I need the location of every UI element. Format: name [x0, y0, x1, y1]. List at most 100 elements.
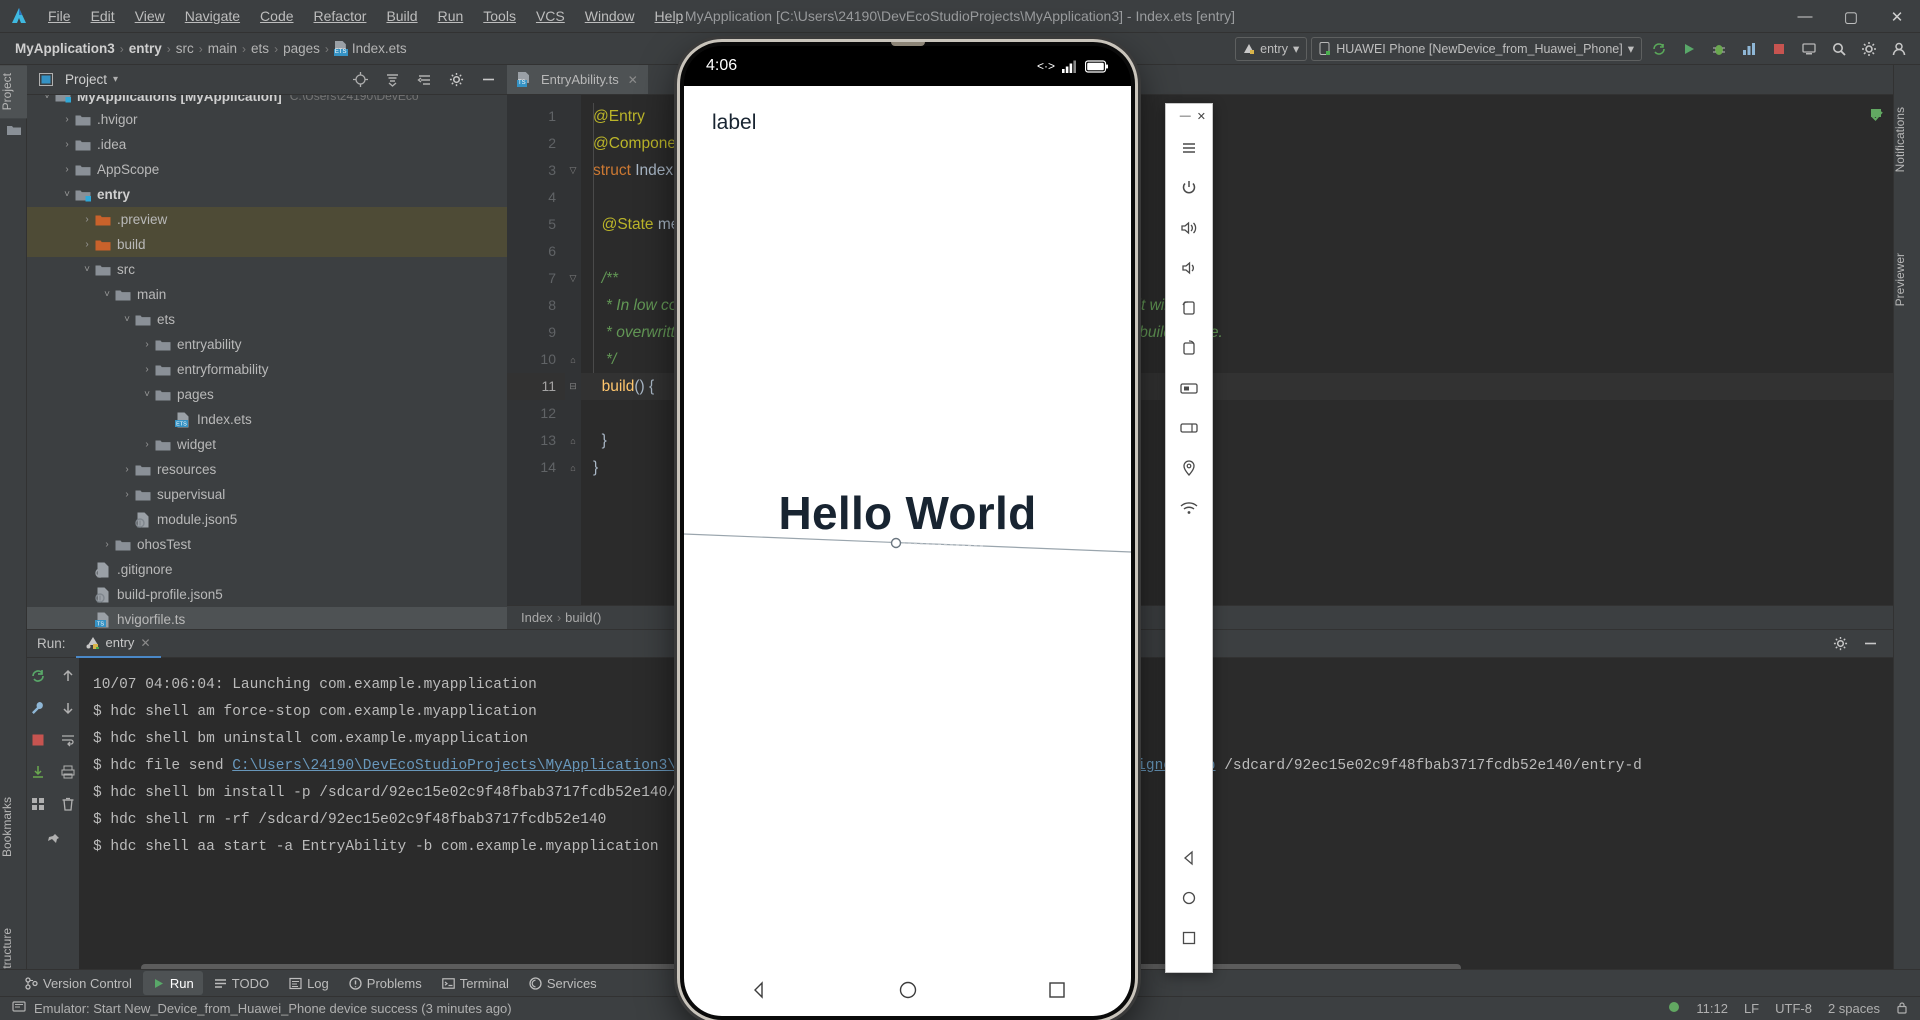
breadcrumb-src[interactable]: src	[173, 41, 197, 56]
code-fold-icon[interactable]: ⌂	[565, 454, 581, 481]
tree-item-entryformability[interactable]: › entryformability	[27, 357, 507, 382]
breadcrumb-main[interactable]: main	[205, 41, 240, 56]
tree-item-main[interactable]: ˅ main	[27, 282, 507, 307]
menu-refactor[interactable]: Refactor	[304, 0, 377, 33]
chevron-right-icon[interactable]: ›	[59, 139, 75, 150]
location-icon[interactable]	[1172, 448, 1206, 488]
breadcrumb-entry[interactable]: entry	[126, 41, 165, 56]
chevron-down-icon[interactable]: ˅	[39, 95, 55, 102]
gear-icon[interactable]	[1856, 36, 1882, 62]
chevron-right-icon[interactable]: ›	[119, 464, 135, 475]
breadcrumb-pages[interactable]: pages	[280, 41, 323, 56]
tree-item-index-ets[interactable]: ETS Index.ets	[27, 407, 507, 432]
phone-emulator-window[interactable]: 4:06 <·> label Hello World	[680, 42, 1135, 1020]
menu-file[interactable]: File	[38, 0, 81, 33]
menu-navigate[interactable]: Navigate	[175, 0, 250, 33]
tree-item-entryability[interactable]: › entryability	[27, 332, 507, 357]
rotate-left-icon[interactable]	[1172, 288, 1206, 328]
tool-window-button-terminal[interactable]: Terminal	[433, 971, 518, 995]
run-panel-minimize-icon[interactable]	[1857, 631, 1883, 657]
editor-breadcrumb-index[interactable]: Index	[521, 610, 553, 625]
screenshot-icon[interactable]	[1172, 368, 1206, 408]
emu-home-icon[interactable]	[1172, 878, 1206, 918]
volume-down-icon[interactable]	[1172, 248, 1206, 288]
locate-file-icon[interactable]	[347, 67, 373, 93]
debug-button[interactable]	[1706, 36, 1732, 62]
sidebar-item-previewer[interactable]: Previewer	[1893, 245, 1920, 314]
menu-tools[interactable]: Tools	[473, 0, 526, 33]
project-tree[interactable]: ˅ MyApplications [MyApplication] C:\Users\…	[27, 95, 507, 629]
menu-code[interactable]: Code	[250, 0, 303, 33]
chevron-down-icon[interactable]: ˅	[79, 264, 95, 275]
tree-item-build[interactable]: › build	[27, 232, 507, 257]
code-fold-icon[interactable]: ⌂	[565, 427, 581, 454]
device-selector[interactable]: HUAWEI Phone [NewDevice_from_Huawei_Phon…	[1311, 36, 1642, 61]
close-icon[interactable]: ✕	[140, 636, 150, 650]
menu-window[interactable]: Window	[575, 0, 645, 33]
delete-button[interactable]	[56, 792, 80, 816]
chevron-right-icon[interactable]: ›	[79, 214, 95, 225]
tool-window-button-version-control[interactable]: Version Control	[16, 971, 141, 995]
menu-help[interactable]: Help	[645, 0, 694, 33]
chevron-right-icon[interactable]: ›	[59, 164, 75, 175]
sidebar-item-bookmarks[interactable]: Bookmarks	[0, 789, 27, 865]
emu-back-icon[interactable]	[1172, 838, 1206, 878]
rerun-button[interactable]	[26, 664, 50, 688]
soft-wrap-button[interactable]	[56, 728, 80, 752]
code-fold-column[interactable]: ▽ ▽ ⌂ ⊟ ⌂ ⌂	[565, 95, 581, 605]
breadcrumb-ets[interactable]: ets	[248, 41, 272, 56]
code-fold-icon[interactable]: ▽	[565, 157, 581, 184]
menu-icon[interactable]	[1172, 128, 1206, 168]
menu-run[interactable]: Run	[428, 0, 474, 33]
chevron-right-icon[interactable]: ›	[139, 439, 155, 450]
tree-item-idea[interactable]: › .idea	[27, 132, 507, 157]
phone-recents-icon[interactable]	[1046, 979, 1068, 1001]
export-button[interactable]	[26, 760, 50, 784]
editor-breadcrumb-build[interactable]: build()	[565, 610, 601, 625]
sync-button[interactable]	[1646, 36, 1672, 62]
status-encoding[interactable]: UTF-8	[1775, 1001, 1812, 1016]
window-minimize-button[interactable]: —	[1782, 0, 1828, 33]
grid-button[interactable]	[26, 792, 50, 816]
stop-button[interactable]	[1766, 36, 1792, 62]
tree-item-module-json5[interactable]: module.json5	[27, 507, 507, 532]
emu-recents-icon[interactable]	[1172, 918, 1206, 958]
tab-entryability-ts[interactable]: TS EntryAbility.ts ✕	[507, 65, 648, 94]
profiler-button[interactable]	[1736, 36, 1762, 62]
sidebar-item-notifications[interactable]: Notifications	[1893, 99, 1920, 180]
tree-item-entry[interactable]: ˅ entry	[27, 182, 507, 207]
chevron-right-icon[interactable]: ›	[139, 364, 155, 375]
tool-window-button-services[interactable]: Services	[520, 971, 606, 995]
emulator-minimize-button[interactable]: —	[1180, 110, 1191, 122]
rotate-right-icon[interactable]	[1172, 328, 1206, 368]
status-lock-icon[interactable]	[1896, 1001, 1908, 1017]
window-close-button[interactable]: ✕	[1874, 0, 1920, 33]
account-icon[interactable]	[1886, 36, 1912, 62]
scroll-down-button[interactable]	[56, 696, 80, 720]
expand-all-icon[interactable]	[379, 67, 405, 93]
build-wrench-button[interactable]	[26, 696, 50, 720]
phone-home-icon[interactable]	[897, 979, 919, 1001]
tree-item-preview[interactable]: › .preview	[27, 207, 507, 232]
code-fold-icon[interactable]: ▽	[565, 265, 581, 292]
device-manager-button[interactable]	[1796, 36, 1822, 62]
emulator-close-button[interactable]: ✕	[1197, 110, 1206, 123]
wifi-icon[interactable]	[1172, 488, 1206, 528]
tree-item-supervisual[interactable]: › supervisual	[27, 482, 507, 507]
chevron-down-icon[interactable]: ˅	[59, 189, 75, 200]
phone-navigation-bar[interactable]	[684, 964, 1131, 1016]
menu-vcs[interactable]: VCS	[526, 0, 575, 33]
window-maximize-button[interactable]: ▢	[1828, 0, 1874, 33]
tree-item-widget[interactable]: › widget	[27, 432, 507, 457]
tree-item-appscope[interactable]: › AppScope	[27, 157, 507, 182]
tool-window-button-todo[interactable]: TODO	[205, 971, 278, 995]
project-folder-icon[interactable]	[0, 118, 27, 142]
power-icon[interactable]	[1172, 168, 1206, 208]
collapse-all-icon[interactable]	[411, 67, 437, 93]
close-icon[interactable]: ✕	[628, 73, 638, 87]
phone-back-icon[interactable]	[748, 979, 770, 1001]
tree-item-pages[interactable]: ˅ pages	[27, 382, 507, 407]
print-button[interactable]	[56, 760, 80, 784]
hide-panel-icon[interactable]	[475, 67, 501, 93]
run-tab-entry[interactable]: entry ✕	[75, 630, 161, 658]
